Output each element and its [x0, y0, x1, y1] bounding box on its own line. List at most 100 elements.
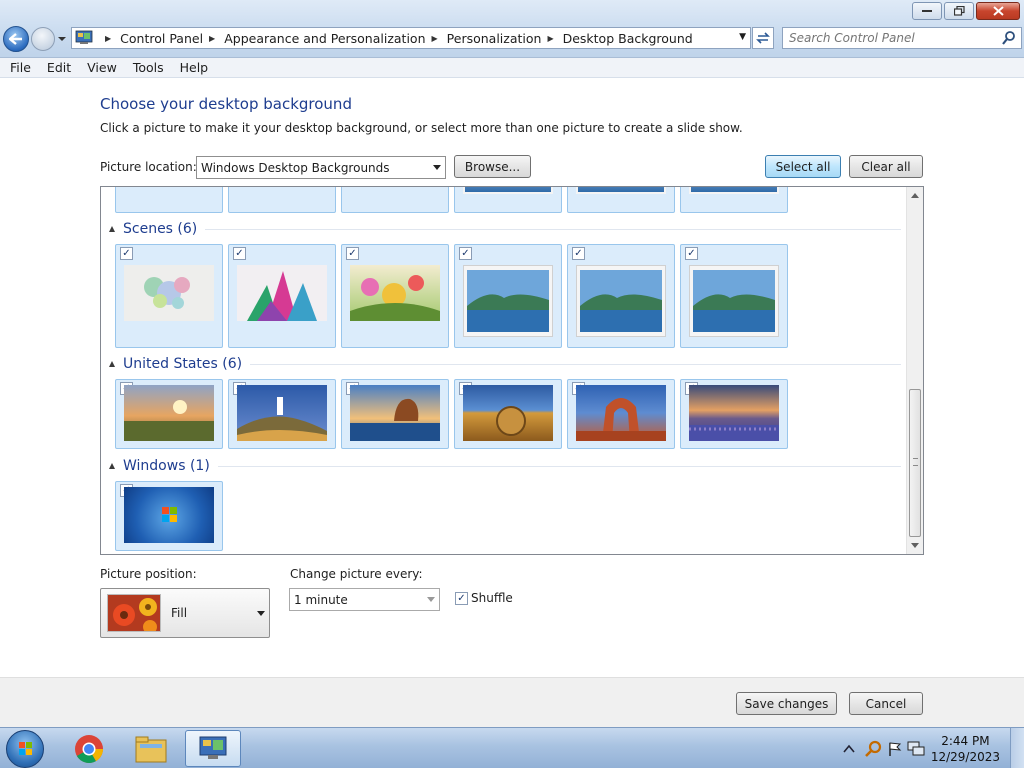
wallpaper-thumbnail [689, 187, 779, 194]
search-input[interactable] [783, 28, 993, 48]
group-header-united-states[interactable]: United States (6) [109, 354, 901, 374]
chevron-down-icon [427, 596, 435, 602]
wallpaper-tile[interactable]: ✓ [341, 379, 449, 449]
wallpaper-tile[interactable]: ✓ [341, 244, 449, 348]
wallpaper-tile[interactable] [341, 187, 449, 213]
crumb-appearance[interactable]: Appearance and Personalization [224, 31, 425, 46]
start-button[interactable] [6, 730, 44, 768]
wallpaper-thumbnail [576, 187, 666, 194]
tile-checkbox[interactable]: ✓ [120, 247, 133, 260]
wallpaper-thumbnail [576, 265, 666, 337]
group-name: Windows (1) [123, 458, 210, 474]
wallpaper-thumbnail [124, 487, 214, 543]
menu-edit[interactable]: Edit [41, 60, 77, 75]
wallpaper-thumbnail [124, 385, 214, 441]
wallpaper-tile[interactable] [454, 187, 562, 213]
change-interval-select[interactable]: 1 minute [289, 588, 440, 611]
taskbar-control-panel[interactable] [185, 730, 241, 767]
wallpaper-tile[interactable]: ✓ [454, 379, 562, 449]
shuffle-option[interactable]: ✓ Shuffle [455, 591, 513, 605]
clear-all-button[interactable]: Clear all [849, 155, 923, 178]
wallpaper-tile[interactable]: ✓ [228, 379, 336, 449]
collapse-triangle-icon[interactable] [109, 463, 115, 469]
wallpaper-tile[interactable] [567, 187, 675, 213]
wallpaper-thumbnail [689, 385, 779, 441]
tile-checkbox[interactable]: ✓ [346, 247, 359, 260]
close-button[interactable] [976, 2, 1020, 20]
scroll-thumb[interactable] [909, 389, 921, 537]
action-center-flag-icon[interactable] [887, 741, 903, 757]
tile-checkbox[interactable]: ✓ [572, 247, 585, 260]
search-box[interactable] [782, 27, 1022, 49]
browse-button[interactable]: Browse... [454, 155, 531, 178]
menu-help[interactable]: Help [174, 60, 215, 75]
menu-view[interactable]: View [81, 60, 123, 75]
refresh-button[interactable] [752, 27, 774, 49]
wallpaper-tile[interactable]: ✓ [680, 244, 788, 348]
wallpaper-tile[interactable]: ✓ [115, 481, 223, 551]
cancel-button[interactable]: Cancel [849, 692, 923, 715]
back-button[interactable] [3, 26, 29, 52]
tile-checkbox[interactable]: ✓ [459, 247, 472, 260]
address-dropdown-icon[interactable]: ▼ [739, 32, 746, 42]
collapse-triangle-icon[interactable] [109, 361, 115, 367]
show-hidden-icons-icon[interactable] [843, 744, 855, 754]
taskbar-explorer[interactable] [123, 730, 179, 767]
wallpaper-tile[interactable]: ✓ [567, 244, 675, 348]
wallpaper-tile[interactable]: ✓ [115, 379, 223, 449]
picture-location-label: Picture location: [100, 160, 197, 174]
minimize-button[interactable] [912, 2, 942, 20]
chevron-down-icon [433, 164, 441, 170]
wallpaper-tile[interactable] [115, 187, 223, 213]
wallpaper-tile[interactable]: ✓ [228, 244, 336, 348]
shuffle-checkbox[interactable]: ✓ [455, 591, 468, 605]
search-tray-icon[interactable] [864, 740, 883, 758]
wallpaper-tile[interactable] [680, 187, 788, 213]
page-description: Click a picture to make it your desktop … [100, 121, 743, 135]
tile-checkbox[interactable]: ✓ [685, 247, 698, 260]
wallpaper-tile[interactable]: ✓ [115, 244, 223, 348]
show-desktop-button[interactable] [1010, 728, 1024, 768]
picture-position-value: Fill [171, 606, 188, 620]
chevron-down-icon [257, 611, 265, 616]
back-arrow-icon [9, 33, 22, 45]
address-bar[interactable]: ▶ Control Panel ▶ Appearance and Personali… [71, 27, 751, 49]
scroll-up-icon[interactable] [911, 193, 919, 198]
dialog-footer: Save changes Cancel [0, 677, 1024, 727]
wallpaper-gallery: Scenes (6) ✓ ✓ ✓ ✓ ✓ ✓ United States (6)… [100, 186, 924, 555]
wallpaper-thumbnail [689, 265, 779, 337]
crumb-control-panel[interactable]: Control Panel [120, 31, 203, 46]
wallpaper-tile[interactable] [228, 187, 336, 213]
group-header-windows[interactable]: Windows (1) [109, 456, 901, 476]
recent-pages-chevron-icon[interactable] [57, 34, 67, 44]
wallpaper-tile[interactable]: ✓ [567, 379, 675, 449]
gallery-scrollbar[interactable] [906, 187, 923, 554]
collapse-triangle-icon[interactable] [109, 226, 115, 232]
save-changes-button[interactable]: Save changes [736, 692, 837, 715]
menu-file[interactable]: File [4, 60, 37, 75]
taskbar-chrome[interactable] [61, 730, 117, 767]
tile-checkbox[interactable]: ✓ [233, 247, 246, 260]
page-title: Choose your desktop background [100, 95, 352, 113]
wallpaper-tile[interactable]: ✓ [680, 379, 788, 449]
group-header-scenes[interactable]: Scenes (6) [109, 219, 901, 239]
forward-button[interactable] [31, 27, 55, 51]
search-icon[interactable] [1001, 30, 1017, 46]
scroll-down-icon[interactable] [911, 543, 919, 548]
wallpaper-tile[interactable]: ✓ [454, 244, 562, 348]
picture-location-select[interactable]: Windows Desktop Backgrounds [196, 156, 446, 179]
system-tray: 2:44 PM 12/29/2023 [843, 728, 1024, 768]
restore-icon [953, 6, 965, 16]
menu-tools[interactable]: Tools [127, 60, 170, 75]
wallpaper-thumbnail [576, 385, 666, 441]
select-all-button[interactable]: Select all [765, 155, 841, 178]
crumb-personalization[interactable]: Personalization [447, 31, 542, 46]
network-icon[interactable] [907, 741, 925, 757]
picture-position-select[interactable]: Fill [100, 588, 270, 638]
clock[interactable]: 2:44 PM 12/29/2023 [931, 733, 1000, 765]
chrome-icon [75, 734, 103, 763]
control-panel-icon [199, 736, 227, 759]
crumb-desktop-background[interactable]: Desktop Background [563, 31, 693, 46]
minimize-icon [922, 10, 932, 12]
restore-button[interactable] [944, 2, 974, 20]
